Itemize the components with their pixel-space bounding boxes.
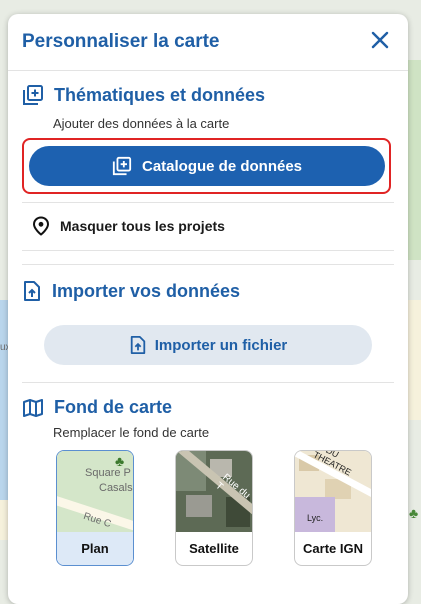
divider [22,250,394,251]
thematics-section-title: Thématiques et données [22,84,265,106]
divider [22,264,394,265]
divider [22,382,394,383]
map-icon [23,398,43,417]
customize-map-panel: Personnaliser la carte Thématiques et do… [8,14,408,604]
basemap-subtitle: Remplacer le fond de carte [53,425,210,440]
file-upload-icon [130,336,145,354]
add-layer-icon [23,85,43,105]
plan-thumb-text: Square P [85,467,131,479]
catalog-highlight: Catalogue de données [22,138,391,194]
basemap-option-carte-ign[interactable]: R DU THEATRE Lyc. Carte IGN [294,450,372,566]
basemap-section-title: Fond de carte [22,397,172,418]
add-layer-icon [112,156,132,176]
satellite-thumbnail: Rue du T [176,451,252,532]
import-file-button[interactable]: Importer un fichier [44,325,372,365]
basemap-option-label: Satellite [189,541,239,556]
basemap-option-plan[interactable]: ♣ Square P Casals Rue C Plan [56,450,134,566]
tree-icon: ♣ [409,505,419,521]
import-title: Importer vos données [52,280,241,301]
thematics-subtitle: Ajouter des données à la carte [53,116,230,131]
plan-thumb-text: Casals [99,482,133,494]
import-file-label: Importer un fichier [154,336,288,354]
hide-projects-label: Masquer tous les projets [60,218,225,234]
close-icon[interactable] [368,28,392,52]
catalog-button-label: Catalogue de données [141,157,303,175]
location-pin-icon [32,216,50,236]
basemap-option-label: Carte IGN [303,541,363,556]
import-section-title: Importer vos données [22,280,240,302]
file-upload-icon [24,281,40,301]
ign-thumb-text: Lyc. [307,513,324,523]
basemap-title: Fond de carte [54,397,173,417]
hide-projects-button[interactable]: Masquer tous les projets [32,216,225,236]
basemap-option-satellite[interactable]: Rue du T Satellite [175,450,253,566]
catalog-button[interactable]: Catalogue de données [29,146,385,186]
divider [22,202,394,203]
ign-thumbnail: R DU THEATRE Lyc. [295,451,371,532]
plan-thumbnail: ♣ Square P Casals Rue C [57,451,133,532]
panel-title: Personnaliser la carte [22,31,220,52]
basemap-option-label: Plan [57,532,133,565]
thematics-title: Thématiques et données [54,84,266,105]
panel-header: Personnaliser la carte [8,14,408,71]
